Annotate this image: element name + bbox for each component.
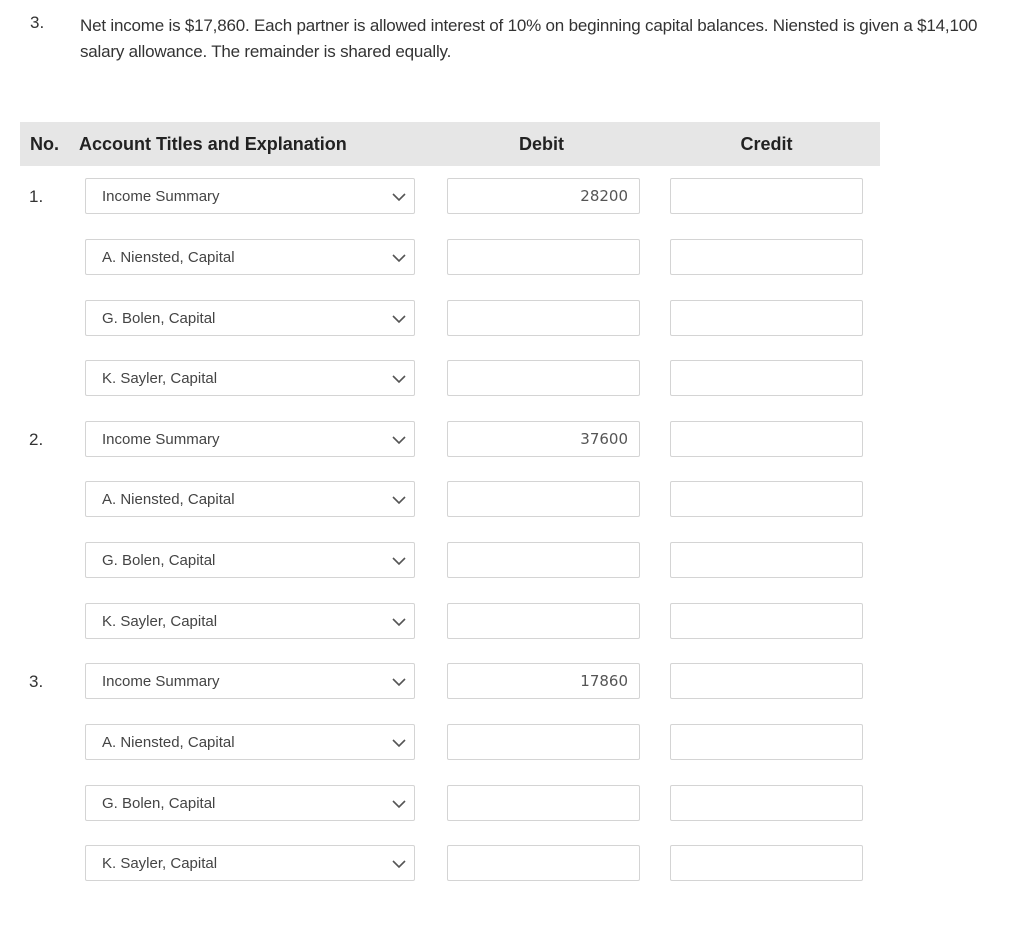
question-number: 3. bbox=[30, 13, 45, 32]
chevron-down-icon bbox=[392, 557, 406, 566]
account-select-value: Income Summary bbox=[102, 431, 220, 448]
debit-input[interactable] bbox=[447, 360, 640, 396]
credit-input[interactable] bbox=[670, 178, 863, 214]
credit-input[interactable] bbox=[670, 421, 863, 457]
credit-input[interactable] bbox=[670, 360, 863, 396]
account-select[interactable]: A. Niensted, Capital bbox=[85, 481, 415, 517]
table-row: A. Niensted, Capital bbox=[0, 481, 900, 519]
table-row: 1. Income Summary bbox=[0, 178, 900, 216]
credit-input[interactable] bbox=[670, 724, 863, 760]
account-select-value: Income Summary bbox=[102, 673, 220, 690]
table-row: G. Bolen, Capital bbox=[0, 785, 900, 823]
debit-input[interactable] bbox=[447, 845, 640, 881]
debit-input[interactable] bbox=[447, 603, 640, 639]
account-select[interactable]: G. Bolen, Capital bbox=[85, 785, 415, 821]
account-select[interactable]: K. Sayler, Capital bbox=[85, 603, 415, 639]
chevron-down-icon bbox=[392, 678, 406, 687]
debit-input[interactable] bbox=[447, 178, 640, 214]
header-no: No. bbox=[30, 134, 59, 154]
debit-input[interactable] bbox=[447, 663, 640, 699]
chevron-down-icon bbox=[392, 496, 406, 505]
debit-input[interactable] bbox=[447, 421, 640, 457]
credit-input[interactable] bbox=[670, 300, 863, 336]
credit-input[interactable] bbox=[670, 663, 863, 699]
table-row: A. Niensted, Capital bbox=[0, 724, 900, 762]
table-row: 3. Income Summary bbox=[0, 663, 900, 701]
table-row: K. Sayler, Capital bbox=[0, 360, 900, 398]
chevron-down-icon bbox=[392, 739, 406, 748]
account-select-value: G. Bolen, Capital bbox=[102, 795, 216, 812]
account-select-value: A. Niensted, Capital bbox=[102, 734, 235, 751]
account-select-value: A. Niensted, Capital bbox=[102, 491, 235, 508]
chevron-down-icon bbox=[392, 860, 406, 869]
account-select[interactable]: G. Bolen, Capital bbox=[85, 300, 415, 336]
account-select-value: G. Bolen, Capital bbox=[102, 552, 216, 569]
credit-input[interactable] bbox=[670, 239, 863, 275]
table-row: G. Bolen, Capital bbox=[0, 542, 900, 580]
account-select[interactable]: A. Niensted, Capital bbox=[85, 239, 415, 275]
account-select[interactable]: Income Summary bbox=[85, 178, 415, 214]
account-select[interactable]: G. Bolen, Capital bbox=[85, 542, 415, 578]
credit-input[interactable] bbox=[670, 542, 863, 578]
account-select-value: K. Sayler, Capital bbox=[102, 613, 218, 630]
account-select[interactable]: Income Summary bbox=[85, 421, 415, 457]
chevron-down-icon bbox=[392, 436, 406, 445]
account-select[interactable]: K. Sayler, Capital bbox=[85, 845, 415, 881]
account-select-value: Income Summary bbox=[102, 188, 220, 205]
question-text: Net income is $17,860. Each partner is a… bbox=[80, 16, 978, 61]
chevron-down-icon bbox=[392, 800, 406, 809]
chevron-down-icon bbox=[392, 315, 406, 324]
header-credit: Credit bbox=[740, 134, 793, 154]
debit-input[interactable] bbox=[447, 239, 640, 275]
entry-number: 1. bbox=[29, 187, 44, 206]
entry-number: 3. bbox=[29, 672, 44, 691]
journal-table-header: No. Account Titles and Explanation Debit… bbox=[20, 122, 880, 166]
debit-input[interactable] bbox=[447, 300, 640, 336]
table-row: K. Sayler, Capital bbox=[0, 845, 900, 883]
header-account-titles: Account Titles and Explanation bbox=[79, 134, 347, 154]
chevron-down-icon bbox=[392, 618, 406, 627]
credit-input[interactable] bbox=[670, 481, 863, 517]
account-select-value: K. Sayler, Capital bbox=[102, 855, 218, 872]
chevron-down-icon bbox=[392, 375, 406, 384]
account-select-value: K. Sayler, Capital bbox=[102, 370, 218, 387]
account-select[interactable]: K. Sayler, Capital bbox=[85, 360, 415, 396]
account-select-value: A. Niensted, Capital bbox=[102, 249, 235, 266]
table-row: A. Niensted, Capital bbox=[0, 239, 900, 277]
debit-input[interactable] bbox=[447, 481, 640, 517]
account-select[interactable]: Income Summary bbox=[85, 663, 415, 699]
credit-input[interactable] bbox=[670, 603, 863, 639]
table-row: G. Bolen, Capital bbox=[0, 300, 900, 338]
table-row: K. Sayler, Capital bbox=[0, 603, 900, 641]
credit-input[interactable] bbox=[670, 785, 863, 821]
credit-input[interactable] bbox=[670, 845, 863, 881]
account-select-value: G. Bolen, Capital bbox=[102, 310, 216, 327]
chevron-down-icon bbox=[392, 254, 406, 263]
debit-input[interactable] bbox=[447, 785, 640, 821]
chevron-down-icon bbox=[392, 193, 406, 202]
entry-number: 2. bbox=[29, 430, 44, 449]
account-select[interactable]: A. Niensted, Capital bbox=[85, 724, 415, 760]
table-row: 2. Income Summary bbox=[0, 421, 900, 459]
debit-input[interactable] bbox=[447, 542, 640, 578]
debit-input[interactable] bbox=[447, 724, 640, 760]
header-debit: Debit bbox=[519, 134, 564, 154]
